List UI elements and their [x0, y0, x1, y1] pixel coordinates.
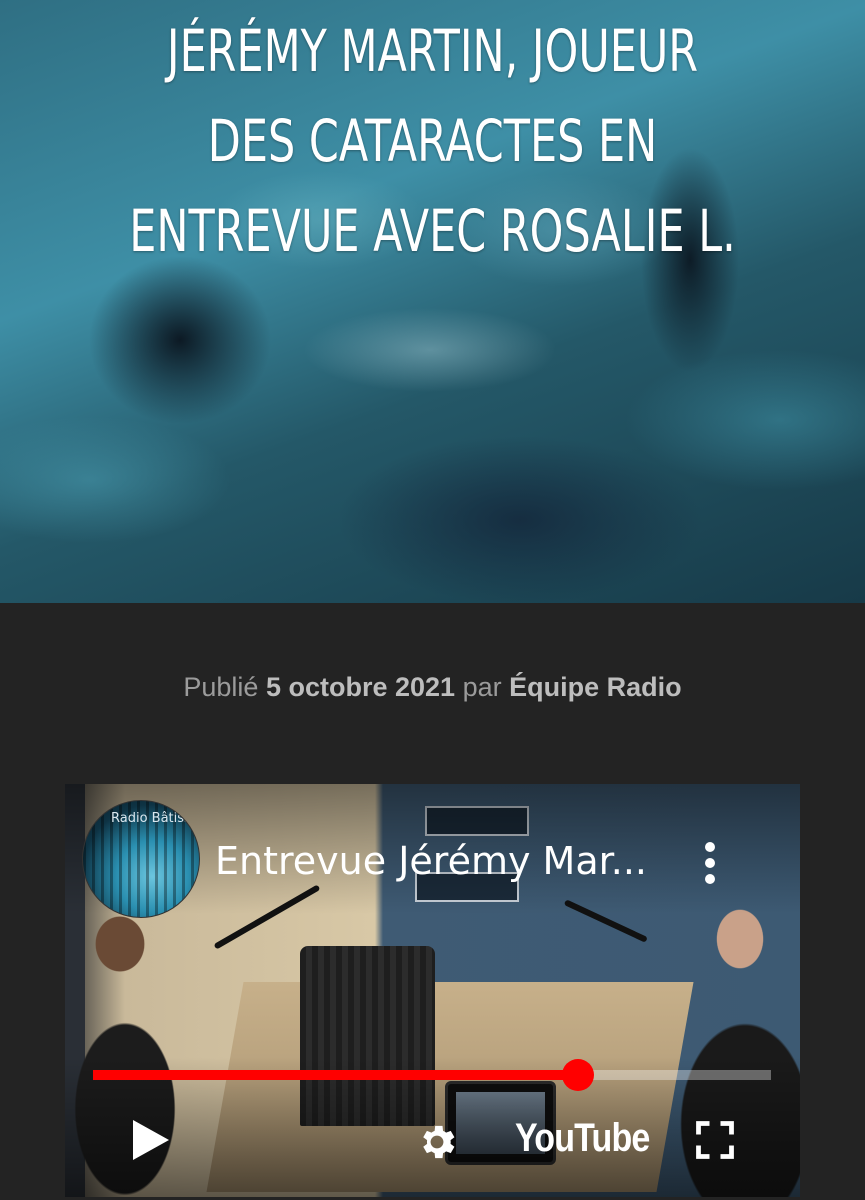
title-line-2: DES CATARACTES EN: [207, 107, 658, 175]
video-title[interactable]: Entrevue Jérémy Mar...: [215, 839, 647, 883]
post-meta: Publié 5 octobre 2021 par Équipe Radio: [0, 672, 865, 703]
post-author[interactable]: Équipe Radio: [509, 672, 682, 702]
article-title: JÉRÉMY MARTIN, JOUEUR DES CATARACTES EN …: [112, 6, 752, 276]
published-label: Publié: [183, 672, 259, 702]
progress-bar[interactable]: [93, 1059, 771, 1091]
progress-fill: [93, 1070, 578, 1080]
progress-handle[interactable]: [561, 1059, 594, 1091]
play-icon[interactable]: [133, 1120, 169, 1160]
kebab-menu-icon[interactable]: [703, 842, 717, 886]
youtube-embed[interactable]: Radio Bâtisseurs Entrevue Jérémy Mar... …: [65, 784, 800, 1197]
hero-banner: JÉRÉMY MARTIN, JOUEUR DES CATARACTES EN …: [0, 0, 865, 603]
youtube-logo[interactable]: YouTube: [515, 1116, 650, 1161]
gear-icon[interactable]: [415, 1120, 459, 1164]
by-label: par: [462, 672, 502, 702]
title-line-1: JÉRÉMY MARTIN, JOUEUR: [166, 17, 699, 85]
fullscreen-icon[interactable]: [693, 1118, 737, 1162]
title-line-3: ENTREVUE AVEC ROSALIE L.: [129, 197, 736, 265]
channel-avatar[interactable]: Radio Bâtisseurs: [82, 800, 200, 918]
post-date[interactable]: 5 octobre 2021: [266, 672, 455, 702]
channel-avatar-text: Radio Bâtisseurs: [111, 811, 199, 826]
